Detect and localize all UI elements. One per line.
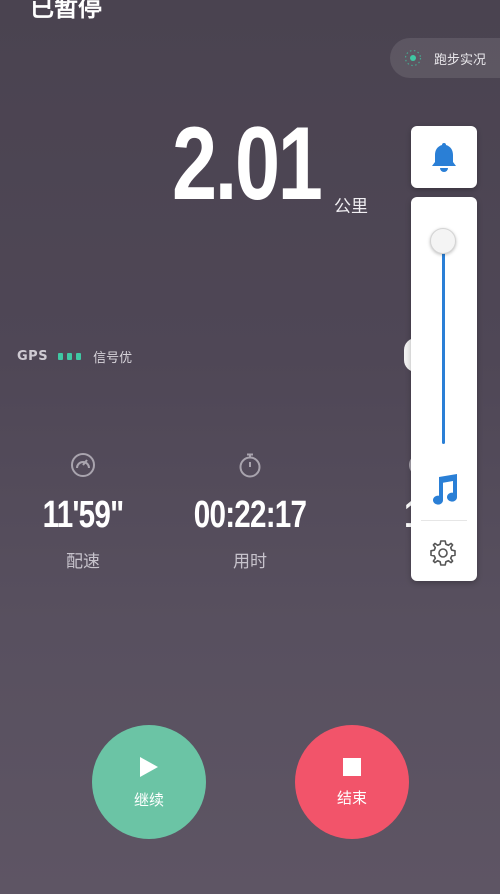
speedometer-icon: [71, 453, 95, 477]
pace-label: 配速: [66, 552, 100, 572]
live-indicator-icon: [404, 49, 422, 67]
status-icons: [396, 0, 466, 8]
page-title: 已暂停: [30, 0, 102, 22]
gps-signal-bars-icon: [58, 353, 82, 360]
gps-signal-text: 信号优: [93, 351, 133, 366]
panel-divider: [421, 520, 467, 521]
stop-label: 结束: [336, 788, 367, 807]
continue-label: 继续: [133, 790, 164, 809]
continue-button[interactable]: 继续: [92, 725, 206, 839]
stop-icon: [343, 757, 361, 776]
stat-duration: 00:22:17 用时: [170, 452, 330, 572]
pace-value: 11'59": [42, 494, 125, 536]
voice-alert-button[interactable]: [411, 126, 477, 188]
volume-slider-track[interactable]: [442, 239, 445, 444]
gear-icon[interactable]: [428, 538, 458, 568]
bell-icon: [432, 143, 456, 172]
stopwatch-icon: [239, 453, 261, 478]
play-icon: [140, 756, 158, 777]
live-run-label: 跑步实况: [434, 52, 487, 68]
distance-value: 2.01: [172, 106, 323, 222]
gps-status: GPS 信号优: [17, 347, 132, 366]
stop-button[interactable]: 结束: [295, 725, 409, 839]
gps-label: GPS: [17, 349, 49, 364]
live-run-button[interactable]: 跑步实况: [390, 38, 500, 78]
duration-label: 用时: [233, 552, 267, 572]
volume-panel: [411, 197, 477, 581]
distance-unit: 公里: [334, 197, 368, 217]
duration-value: 00:22:17: [193, 494, 307, 536]
volume-slider-thumb[interactable]: [430, 228, 456, 254]
stat-pace: 11'59" 配速: [3, 452, 163, 572]
music-note-icon[interactable]: [428, 473, 460, 507]
